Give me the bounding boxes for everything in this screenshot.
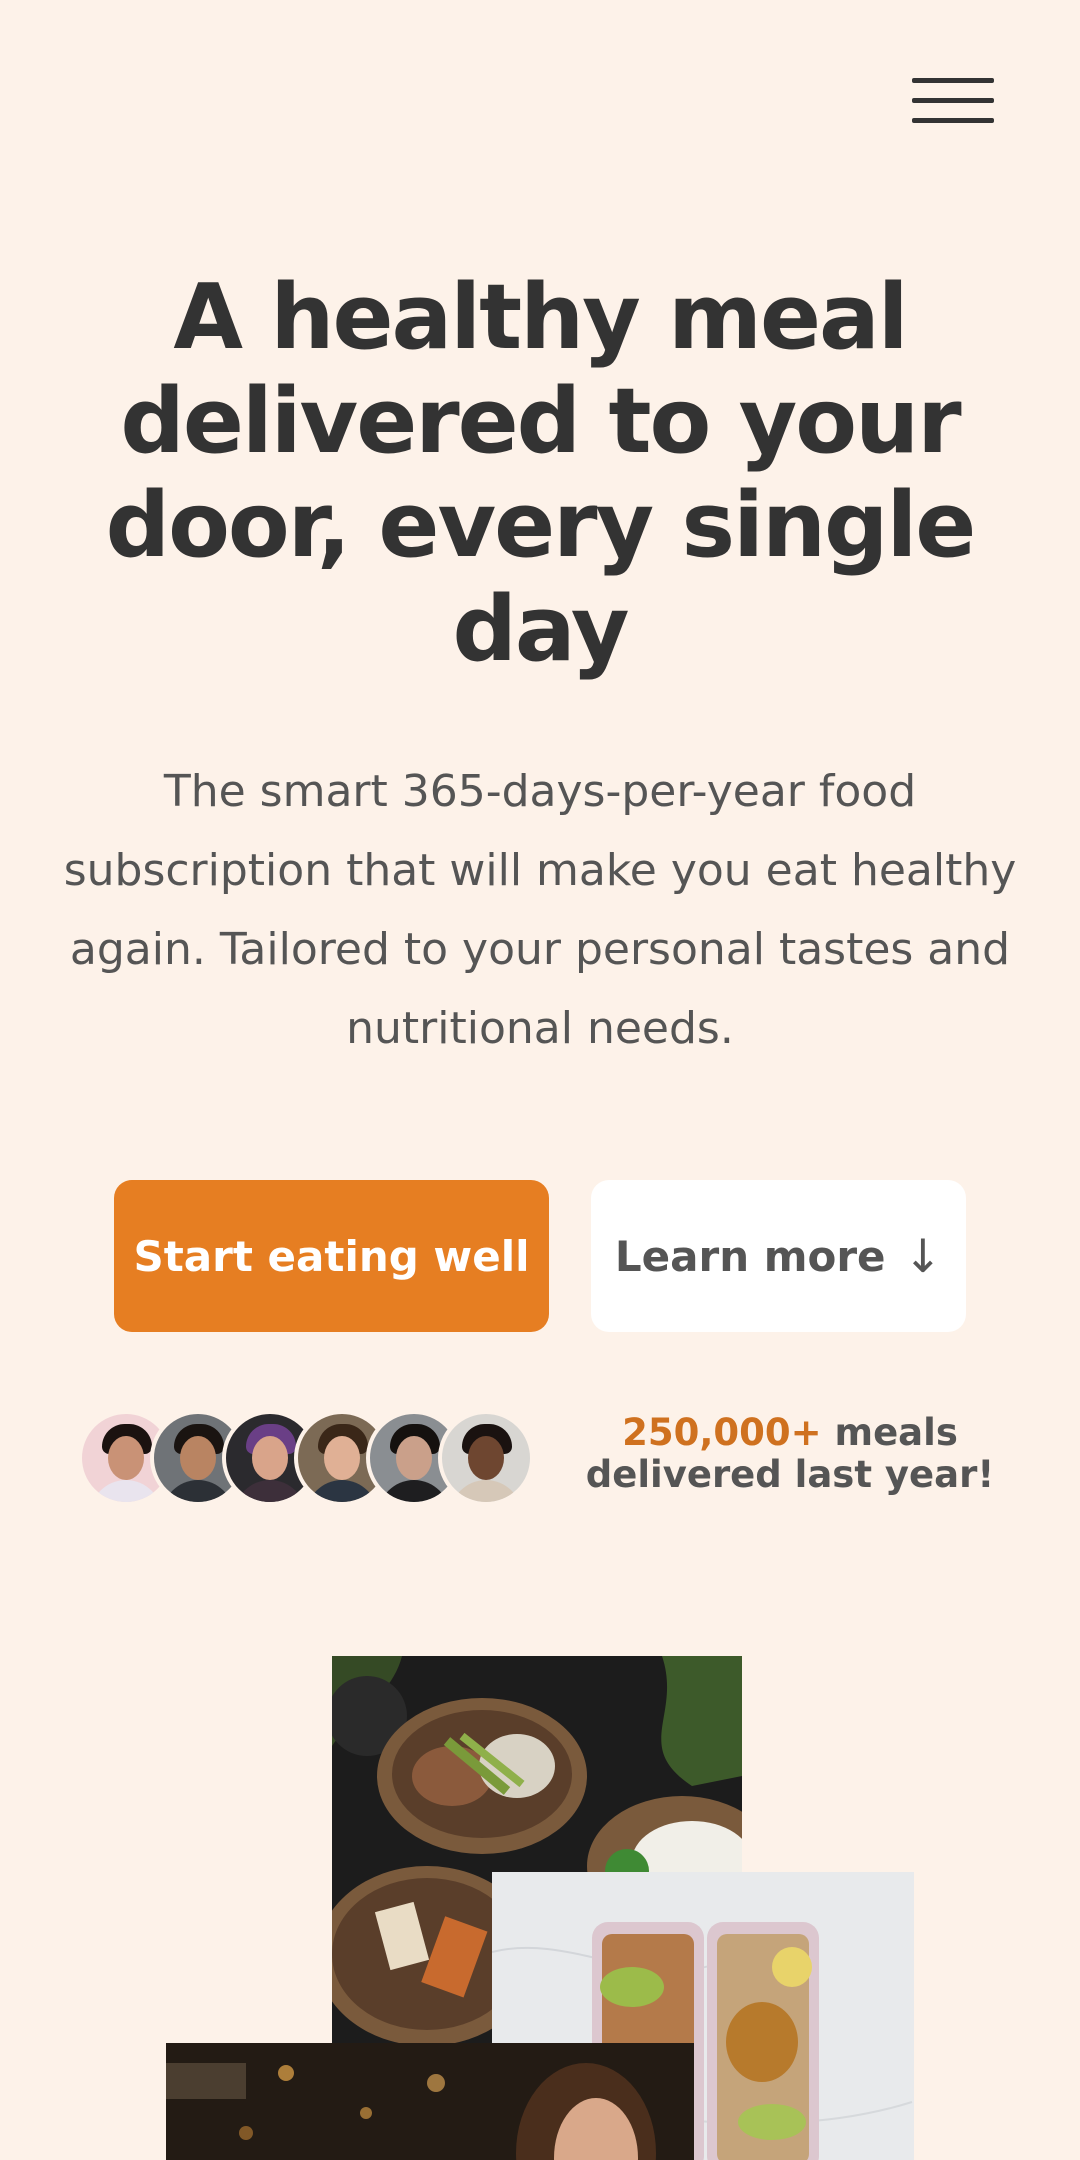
arrow-down-icon: ↓ <box>903 1229 943 1283</box>
customer-avatar-6 <box>438 1410 534 1506</box>
learn-more-label: Learn more <box>614 1231 886 1281</box>
menu-line <box>912 78 994 83</box>
menu-line <box>912 118 994 123</box>
meals-delivered-text: 250,000+ meals delivered last year! <box>580 1412 1000 1496</box>
hero-title: A healthy meal delivered to your door, e… <box>105 265 977 682</box>
learn-more-button[interactable]: Learn more ↓ <box>591 1180 966 1332</box>
woman-eating-illustration <box>166 2043 694 2160</box>
hamburger-menu-icon[interactable] <box>912 74 996 126</box>
hero-description: The smart 365-days-per-year food subscri… <box>63 766 1017 1054</box>
menu-line <box>912 98 994 103</box>
customer-avatars <box>78 1410 538 1506</box>
start-eating-well-label: Start eating well <box>133 1231 530 1281</box>
meals-count: 250,000+ <box>622 1411 822 1454</box>
start-eating-well-button[interactable]: Start eating well <box>114 1180 549 1332</box>
woman-eating-image <box>166 2043 694 2160</box>
